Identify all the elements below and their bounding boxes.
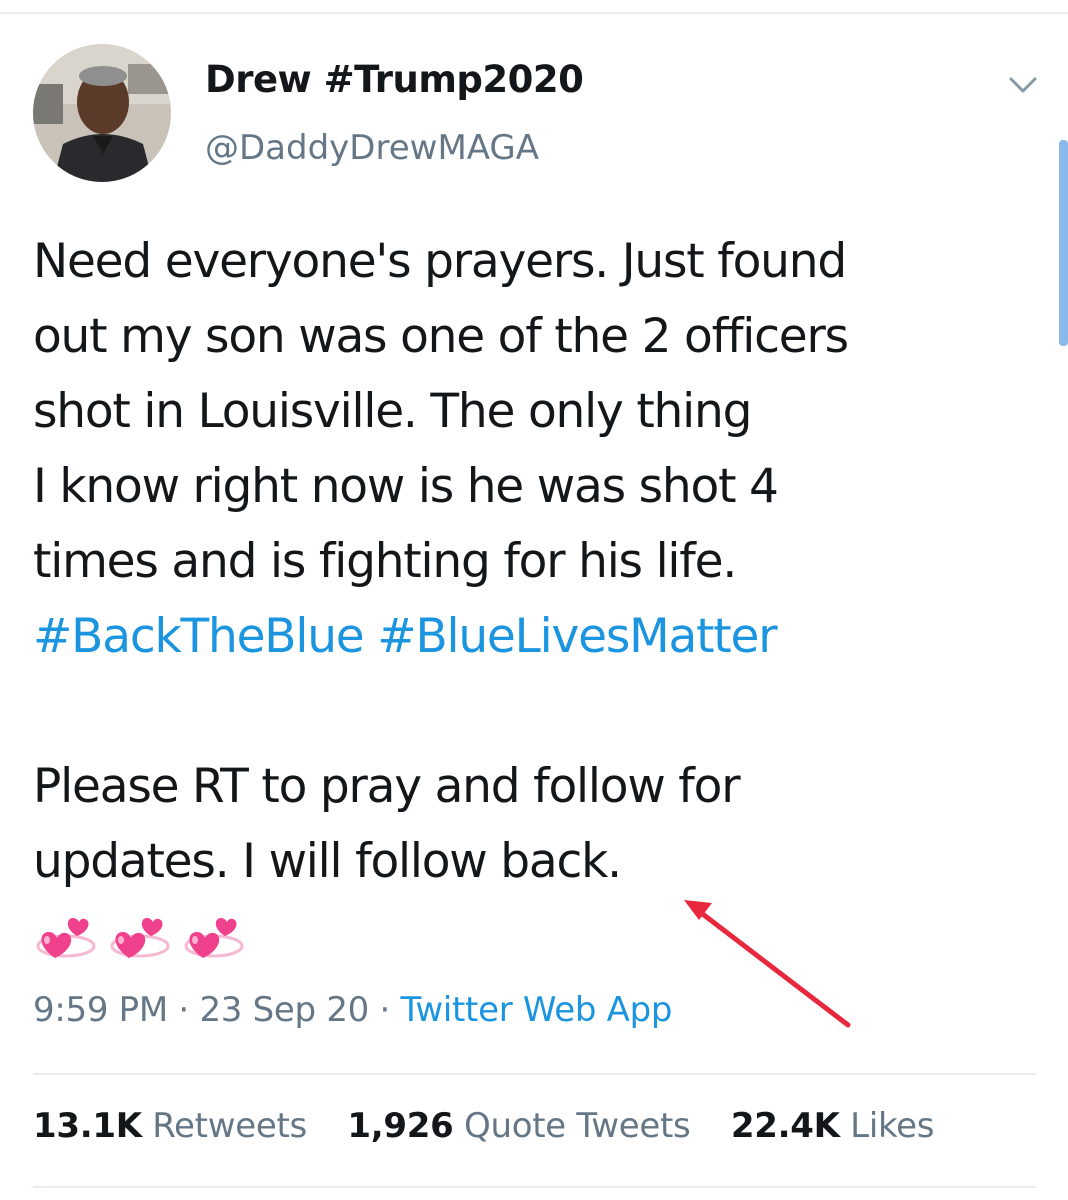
retweets-label: Retweets xyxy=(152,1106,307,1146)
retweets-count: 13.1K xyxy=(33,1106,142,1146)
quote-tweets-count: 1,926 xyxy=(347,1106,454,1146)
quote-tweets-label: Quote Tweets xyxy=(463,1106,691,1146)
tweet-text-line: updates. I will follow back. xyxy=(33,834,622,889)
tweet-meta: 9:59 PM · 23 Sep 20 · Twitter Web App xyxy=(33,990,672,1030)
top-divider xyxy=(0,12,1068,14)
divider xyxy=(33,1186,1036,1188)
hashtag-line: #BackTheBlue #BlueLivesMatter xyxy=(33,599,1023,674)
tweet-time[interactable]: 9:59 PM xyxy=(33,990,168,1030)
quote-tweets-stat[interactable]: 1,926 Quote Tweets xyxy=(347,1106,690,1146)
tweet-text-line: shot in Louisville. The only thing xyxy=(33,384,752,439)
tweet-date[interactable]: 23 Sep 20 xyxy=(199,990,369,1030)
tweet-screenshot: Drew #Trump2020 @DaddyDrewMAGA Need ever… xyxy=(0,0,1068,1200)
likes-label: Likes xyxy=(850,1106,935,1146)
avatar[interactable] xyxy=(33,44,171,182)
meta-separator: · xyxy=(178,990,189,1030)
retweets-stat[interactable]: 13.1K Retweets xyxy=(33,1106,307,1146)
tweet-text-line: Please RT to pray and follow for xyxy=(33,759,741,814)
revolving-hearts-icon xyxy=(184,918,244,958)
emoji-row xyxy=(33,902,247,972)
tweet-source-link[interactable]: Twitter Web App xyxy=(401,990,673,1030)
likes-count: 22.4K xyxy=(730,1106,840,1146)
revolving-hearts-icon xyxy=(36,918,96,958)
user-handle[interactable]: @DaddyDrewMAGA xyxy=(205,128,539,168)
tweet-text-line: Need everyone's prayers. Just found xyxy=(33,234,847,289)
meta-separator: · xyxy=(379,990,391,1030)
tweet-stats: 13.1K Retweets 1,926 Quote Tweets 22.4K … xyxy=(33,1106,964,1146)
tweet-text-line: I know right now is he was shot 4 xyxy=(33,459,779,514)
chevron-down-icon[interactable] xyxy=(1006,70,1040,100)
tweet-text-line: out my son was one of the 2 officers xyxy=(33,309,849,364)
hashtag-link[interactable]: #BlueLivesMatter xyxy=(377,609,777,664)
likes-stat[interactable]: 22.4K Likes xyxy=(730,1106,935,1146)
hashtag-link[interactable]: #BackTheBlue xyxy=(33,609,365,664)
divider xyxy=(33,1073,1036,1075)
tweet-text: Need everyone's prayers. Just found out … xyxy=(33,224,1023,899)
revolving-hearts-icon xyxy=(110,918,170,958)
tweet-text-line: times and is fighting for his life. xyxy=(33,534,737,589)
display-name[interactable]: Drew #Trump2020 xyxy=(205,58,584,101)
scrollbar[interactable] xyxy=(1059,140,1068,346)
